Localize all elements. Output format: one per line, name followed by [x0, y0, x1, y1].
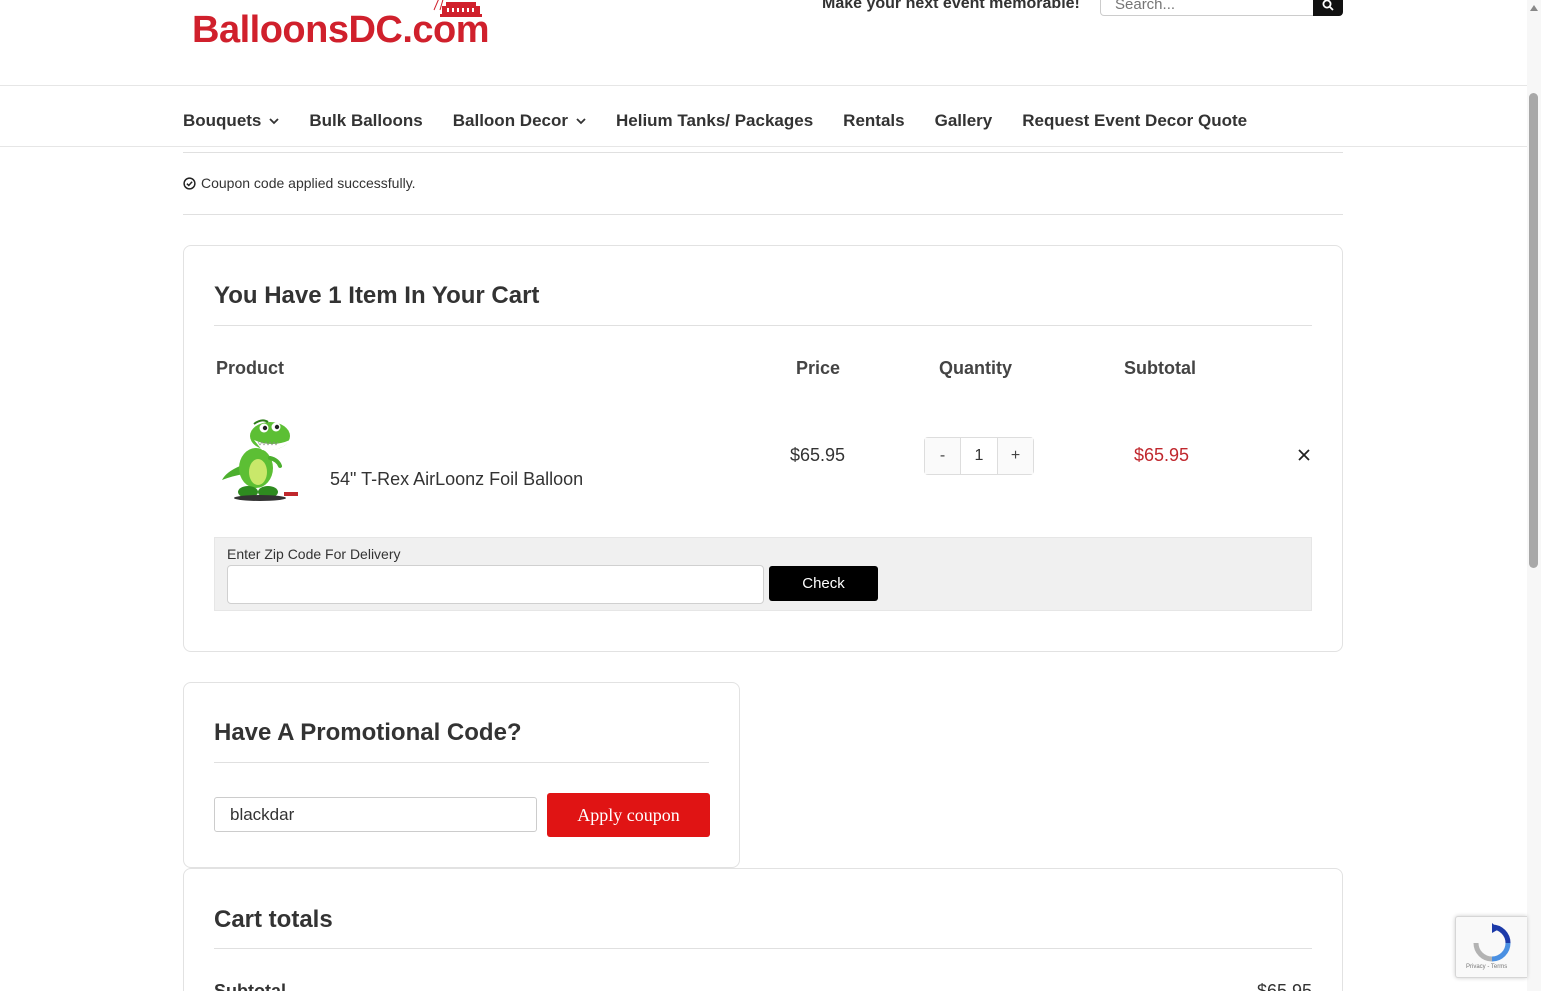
- totals-subtotal-value: $65.95: [1256, 981, 1312, 991]
- column-header-price: Price: [796, 358, 841, 378]
- header-tagline: Make your next event memorable!: [822, 0, 1080, 12]
- column-header-subtotal: Subtotal: [1124, 358, 1196, 378]
- nav-item-bulk-balloons[interactable]: Bulk Balloons: [309, 111, 422, 131]
- totals-subtotal-label: Subtotal: [214, 981, 286, 991]
- quantity-input[interactable]: [961, 438, 997, 474]
- product-subtotal: $65.95: [1134, 445, 1190, 465]
- nav-item-label: Rentals: [843, 111, 905, 130]
- apply-coupon-button[interactable]: Apply coupon: [547, 793, 710, 837]
- nav-item-request-quote[interactable]: Request Event Decor Quote: [1022, 111, 1247, 131]
- promo-title: Have A Promotional Code?: [214, 719, 522, 746]
- remove-item-icon[interactable]: [1296, 447, 1312, 463]
- zip-label: Enter Zip Code For Delivery: [227, 546, 401, 562]
- t-rex-balloon-image[interactable]: [218, 414, 304, 502]
- zip-code-input[interactable]: [227, 565, 764, 604]
- nav-divider: [0, 146, 1527, 147]
- promo-title-divider: [214, 762, 709, 763]
- quantity-increase-button[interactable]: +: [997, 438, 1033, 474]
- recaptcha-badge[interactable]: Privacy - Terms: [1455, 916, 1527, 978]
- notice-divider-bottom: [183, 214, 1343, 215]
- cart-title: You Have 1 Item In Your Cart: [214, 282, 540, 309]
- nav-item-label: Balloon Decor: [452, 111, 568, 130]
- check-circle-icon: [183, 176, 196, 190]
- promo-code-panel: Have A Promotional Code? Apply coupon: [183, 682, 740, 868]
- chevron-down-icon: [269, 118, 280, 125]
- nav-item-bouquets[interactable]: Bouquets: [183, 111, 280, 131]
- product-name-link[interactable]: 54" T-Rex AirLoonz Foil Balloon: [330, 469, 583, 490]
- nav-item-balloon-decor[interactable]: Balloon Decor: [453, 111, 586, 131]
- main-nav: Bouquets Bulk Balloons Balloon Decor Hel…: [183, 108, 1277, 134]
- recaptcha-terms[interactable]: Privacy - Terms: [1466, 964, 1507, 970]
- column-header-quantity: Quantity: [939, 358, 1013, 378]
- scroll-up-arrow-icon[interactable]: [1529, 4, 1539, 12]
- notice-text: Coupon code applied successfully.: [201, 175, 416, 191]
- nav-item-label: Gallery: [934, 111, 993, 130]
- search-icon: [1322, 0, 1334, 11]
- zip-check-button[interactable]: Check: [769, 566, 878, 601]
- coupon-code-input[interactable]: [214, 797, 537, 832]
- cart-totals-title: Cart totals: [214, 906, 333, 933]
- nav-item-label: Bulk Balloons: [309, 111, 423, 130]
- search-button[interactable]: [1313, 0, 1343, 16]
- coupon-success-notice: Coupon code applied successfully.: [183, 175, 416, 191]
- site-logo[interactable]: BalloonsDC.com: [192, 0, 502, 52]
- quantity-stepper: - +: [924, 437, 1034, 475]
- quantity-decrease-button[interactable]: -: [925, 438, 961, 474]
- nav-item-rentals[interactable]: Rentals: [843, 111, 904, 131]
- cart-totals-divider: [214, 948, 1312, 949]
- recaptcha-icon: [1473, 923, 1511, 962]
- nav-item-label: Request Event Decor Quote: [1022, 111, 1248, 130]
- chevron-down-icon: [576, 118, 586, 125]
- cart-totals-panel: Cart totals Subtotal $65.95: [183, 868, 1343, 991]
- search-input[interactable]: [1100, 0, 1314, 16]
- zip-delivery-box: Enter Zip Code For Delivery Check: [214, 537, 1312, 611]
- scrollbar-thumb[interactable]: [1529, 93, 1538, 568]
- logo-text: BalloonsDC.com: [192, 9, 490, 51]
- nav-item-gallery[interactable]: Gallery: [935, 111, 993, 131]
- notice-divider-top: [183, 152, 1343, 153]
- nav-item-label: Bouquets: [183, 111, 262, 130]
- product-price: $65.95: [790, 445, 846, 465]
- column-header-product: Product: [216, 358, 285, 378]
- header-divider: [0, 85, 1527, 86]
- cart-panel: You Have 1 Item In Your Cart Product Pri…: [183, 245, 1343, 652]
- nav-item-label: Helium Tanks/ Packages: [616, 111, 814, 130]
- nav-item-helium-tanks[interactable]: Helium Tanks/ Packages: [616, 111, 813, 131]
- cart-title-divider: [214, 325, 1312, 326]
